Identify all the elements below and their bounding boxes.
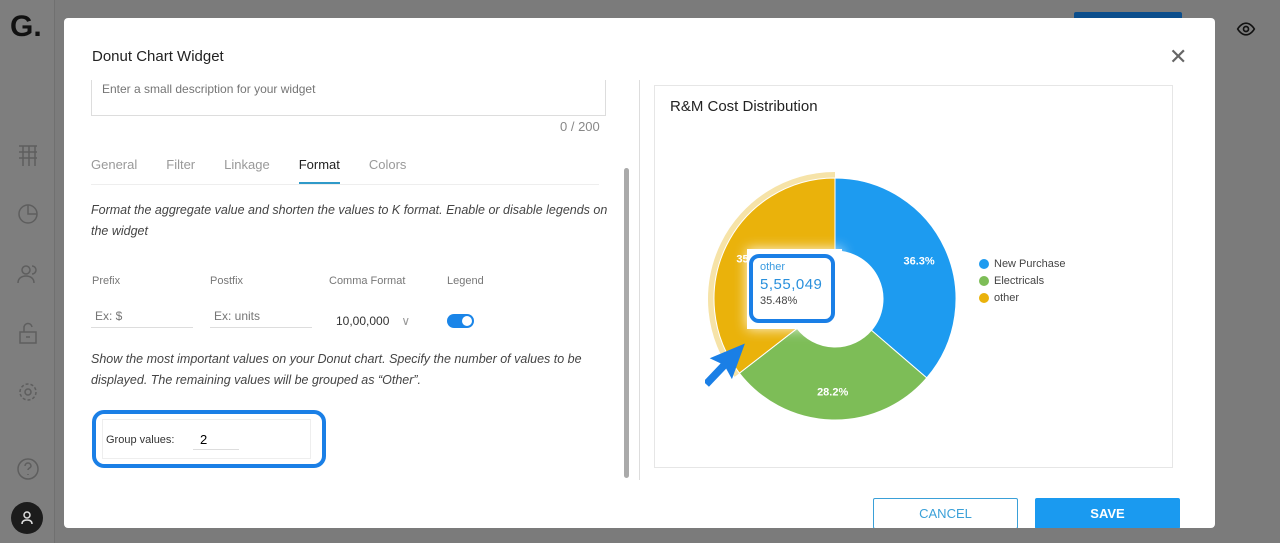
- format-help-text: Format the aggregate value and shorten t…: [91, 203, 608, 238]
- divider: [639, 80, 640, 480]
- legend-swatch: [979, 276, 989, 286]
- legend-label: other: [994, 292, 1020, 304]
- comma-format-label: Comma Format: [329, 275, 406, 287]
- legend-item[interactable]: Electricals: [979, 275, 1066, 287]
- tooltip-value: 5,55,049: [760, 276, 823, 293]
- dialog-title: Donut Chart Widget: [92, 48, 224, 65]
- comma-format-value: 10,00,000: [336, 314, 390, 328]
- slice-data-label: 28.2%: [817, 386, 848, 398]
- postfix-label: Postfix: [210, 275, 244, 287]
- chart-preview-card: R&M Cost Distribution 36.3%28.2%35.5% Ne…: [654, 85, 1173, 468]
- group-values-highlight: Group values:: [92, 410, 326, 468]
- chart-legend: New Purchase Electricals other: [979, 258, 1066, 309]
- tab-linkage[interactable]: Linkage: [224, 154, 270, 184]
- scrollbar[interactable]: [624, 168, 629, 478]
- sidebar: G.: [0, 0, 55, 543]
- help-icon[interactable]: [16, 457, 40, 481]
- unlock-icon[interactable]: [16, 321, 40, 345]
- user-avatar[interactable]: [11, 502, 43, 534]
- chart-tooltip: other 5,55,049 35.48%: [747, 249, 842, 329]
- group-help-text: Show the most important values on your D…: [91, 352, 582, 387]
- donut-chart: 36.3%28.2%35.5%: [708, 172, 957, 421]
- group-values-label: Group values:: [106, 434, 175, 446]
- legend-swatch: [979, 293, 989, 303]
- close-icon[interactable]: ✕: [1169, 46, 1187, 68]
- comma-format-select[interactable]: 10,00,000 ∨: [336, 314, 410, 328]
- settings-icon[interactable]: [16, 380, 40, 404]
- tooltip-percent: 35.48%: [760, 295, 798, 307]
- prefix-input[interactable]: [91, 307, 193, 328]
- postfix-input[interactable]: [210, 307, 312, 328]
- grid-icon[interactable]: [16, 143, 40, 167]
- pie-chart-icon[interactable]: [16, 202, 40, 226]
- group-values-input[interactable]: [193, 430, 239, 450]
- tab-bar: General Filter Linkage Format Colors: [91, 154, 599, 185]
- tab-general[interactable]: General: [91, 154, 137, 184]
- slice-data-label: 36.3%: [903, 255, 934, 267]
- chevron-down-icon: ∨: [401, 314, 411, 328]
- legend-label: New Purchase: [994, 258, 1066, 270]
- cancel-button[interactable]: CANCEL: [873, 498, 1018, 528]
- tooltip-name: other: [760, 261, 786, 273]
- save-button[interactable]: SAVE: [1035, 498, 1180, 528]
- users-icon[interactable]: [16, 262, 40, 286]
- tab-filter[interactable]: Filter: [166, 154, 195, 184]
- prefix-label: Prefix: [92, 275, 121, 287]
- pointer-cursor-icon: [705, 343, 745, 387]
- legend-label: Legend: [447, 275, 484, 287]
- tab-format[interactable]: Format: [298, 154, 340, 184]
- donut-widget-dialog: Donut Chart Widget ✕ 0 / 200 General Fil…: [64, 18, 1215, 528]
- legend-toggle[interactable]: [447, 314, 474, 328]
- description-input[interactable]: [92, 82, 605, 96]
- group-values-field: Group values:: [102, 419, 311, 459]
- tab-colors[interactable]: Colors: [369, 154, 407, 184]
- eye-icon[interactable]: [1236, 20, 1256, 38]
- tooltip-highlight: other 5,55,049 35.48%: [749, 254, 835, 323]
- char-count: 0 / 200: [560, 119, 600, 134]
- legend-item[interactable]: other: [979, 292, 1066, 304]
- logo: G.: [10, 10, 42, 43]
- legend-item[interactable]: New Purchase: [979, 258, 1066, 270]
- description-field[interactable]: [91, 80, 606, 116]
- legend-swatch: [979, 259, 989, 269]
- legend-label: Electricals: [994, 275, 1045, 287]
